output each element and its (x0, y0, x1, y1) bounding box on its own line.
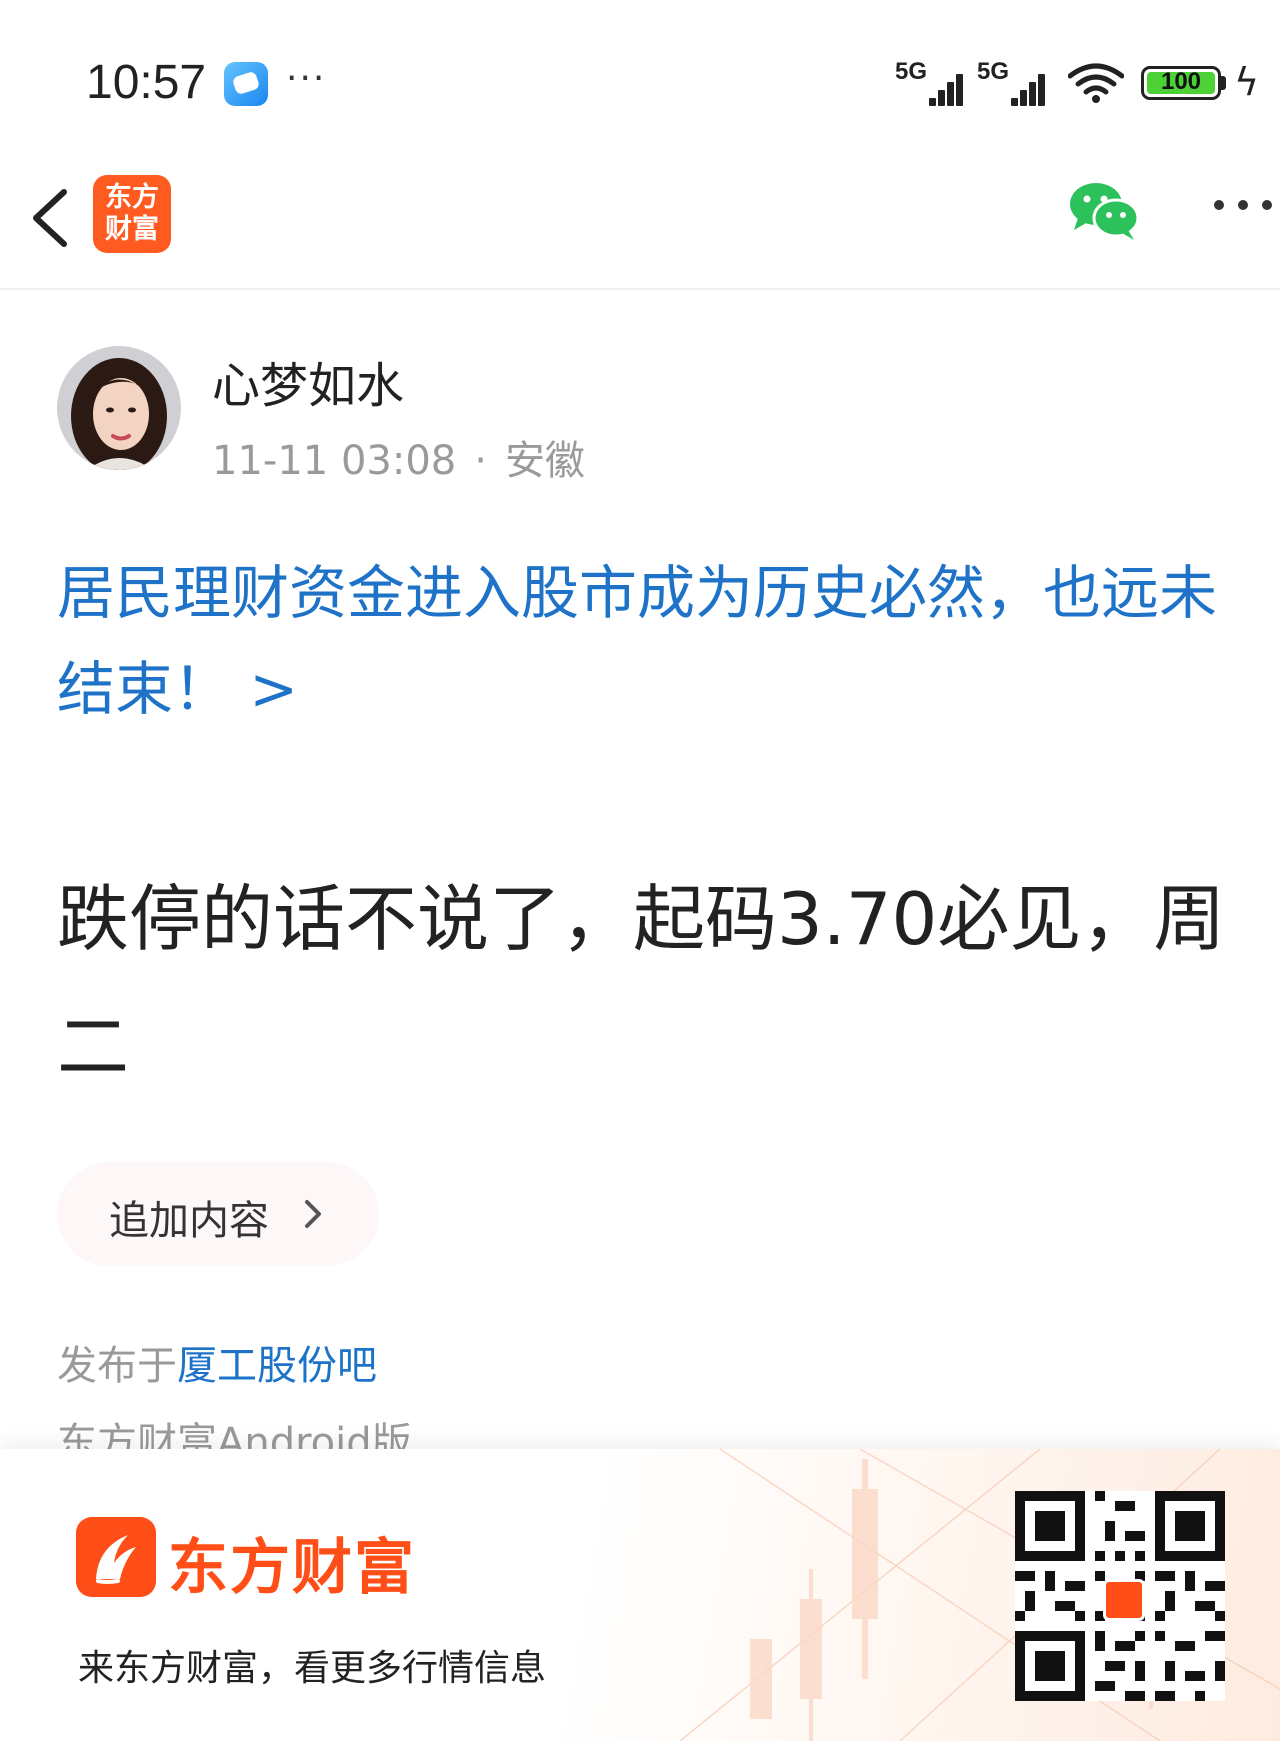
wifi-icon (1068, 63, 1124, 103)
signal-bars-icon (915, 72, 965, 106)
back-arrow-icon[interactable] (22, 178, 82, 258)
meta-separator: · (474, 438, 487, 484)
battery-nub (1221, 76, 1226, 90)
post-body: 跌停的话不说了，起码3.70必见，周二 (57, 877, 1226, 1089)
published-prefix: 发布于 (57, 1343, 177, 1389)
status-time: 10:57 (86, 56, 207, 109)
status-more-icon: ··· (286, 58, 327, 99)
promo-brand-name: 东方财富 (168, 1533, 416, 1603)
status-bar: 10:57 ··· 5G 5G 100 ϟ (0, 0, 1280, 150)
battery-icon: 100 (1141, 66, 1221, 100)
download-promo-banner[interactable]: 东方财富 来东方财富，看更多行情信息 (0, 1449, 1280, 1741)
logo-text-line1: 东方 (105, 182, 159, 213)
post-time: 11-11 03:08 (212, 438, 457, 484)
qr-brand-icon (1103, 1579, 1145, 1621)
wechat-share-icon[interactable] (1068, 180, 1140, 242)
more-options-icon[interactable] (1210, 190, 1276, 220)
logo-text-line2: 财富 (105, 214, 159, 245)
app-logo[interactable]: 东方 财富 (93, 175, 171, 253)
append-content-button[interactable]: 追加内容 (57, 1162, 379, 1266)
topic-link[interactable]: 居民理财资金进入股市成为历史必然，也远未结束！ > (57, 545, 1267, 737)
stock-bar-link[interactable]: 厦工股份吧 (177, 1343, 377, 1389)
battery-level: 100 (1160, 68, 1202, 95)
nav-bar: 东方 财富 (0, 150, 1280, 290)
author-avatar[interactable] (57, 346, 181, 470)
signal-bars-icon (997, 72, 1047, 106)
brand-logo-icon (76, 1517, 156, 1597)
post-location: 安徽 (504, 438, 585, 484)
download-qr-code (1015, 1491, 1225, 1701)
charging-bolt-icon: ϟ (1234, 60, 1260, 104)
promo-tagline: 来东方财富，看更多行情信息 (78, 1648, 547, 1689)
chevron-right-icon (305, 1200, 321, 1228)
app-notification-icon (224, 62, 268, 106)
page: 10:57 ··· 5G 5G 100 ϟ 东方 财富 心梦如水 11-11 0… (0, 0, 1280, 1741)
post-meta: 11-11 03:08 · 安徽 (212, 428, 585, 486)
published-in: 发布于厦工股份吧 (57, 1333, 377, 1391)
append-content-label: 追加内容 (109, 1198, 269, 1244)
author-name[interactable]: 心梦如水 (212, 346, 404, 416)
